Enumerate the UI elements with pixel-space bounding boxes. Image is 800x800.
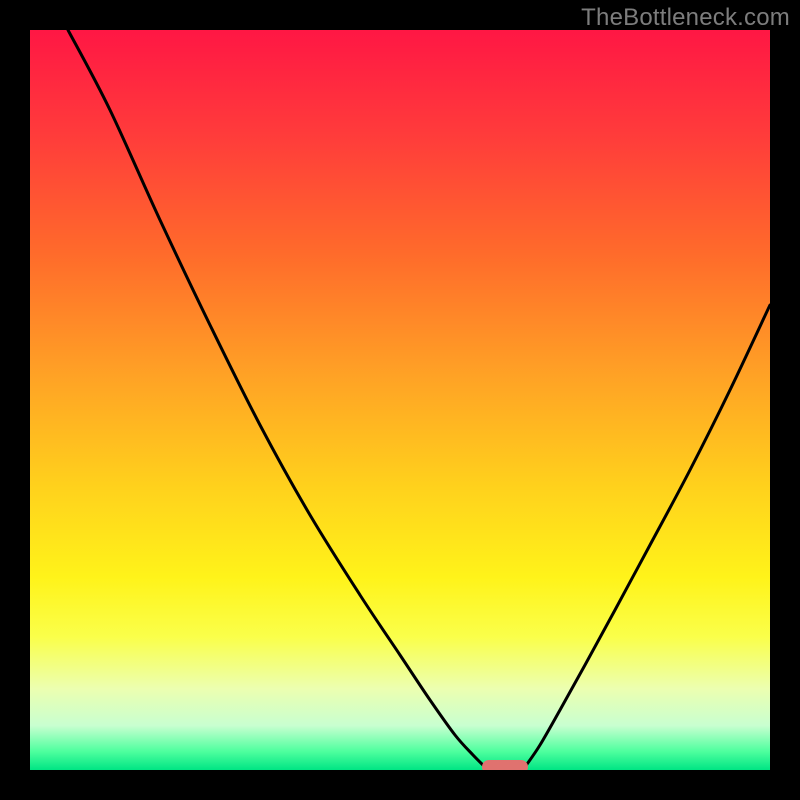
watermark-text: TheBottleneck.com <box>581 4 790 32</box>
chart-frame: TheBottleneck.com <box>0 0 800 800</box>
minimum-marker <box>482 760 528 770</box>
chart-svg <box>30 30 770 770</box>
plot-background <box>30 30 770 770</box>
